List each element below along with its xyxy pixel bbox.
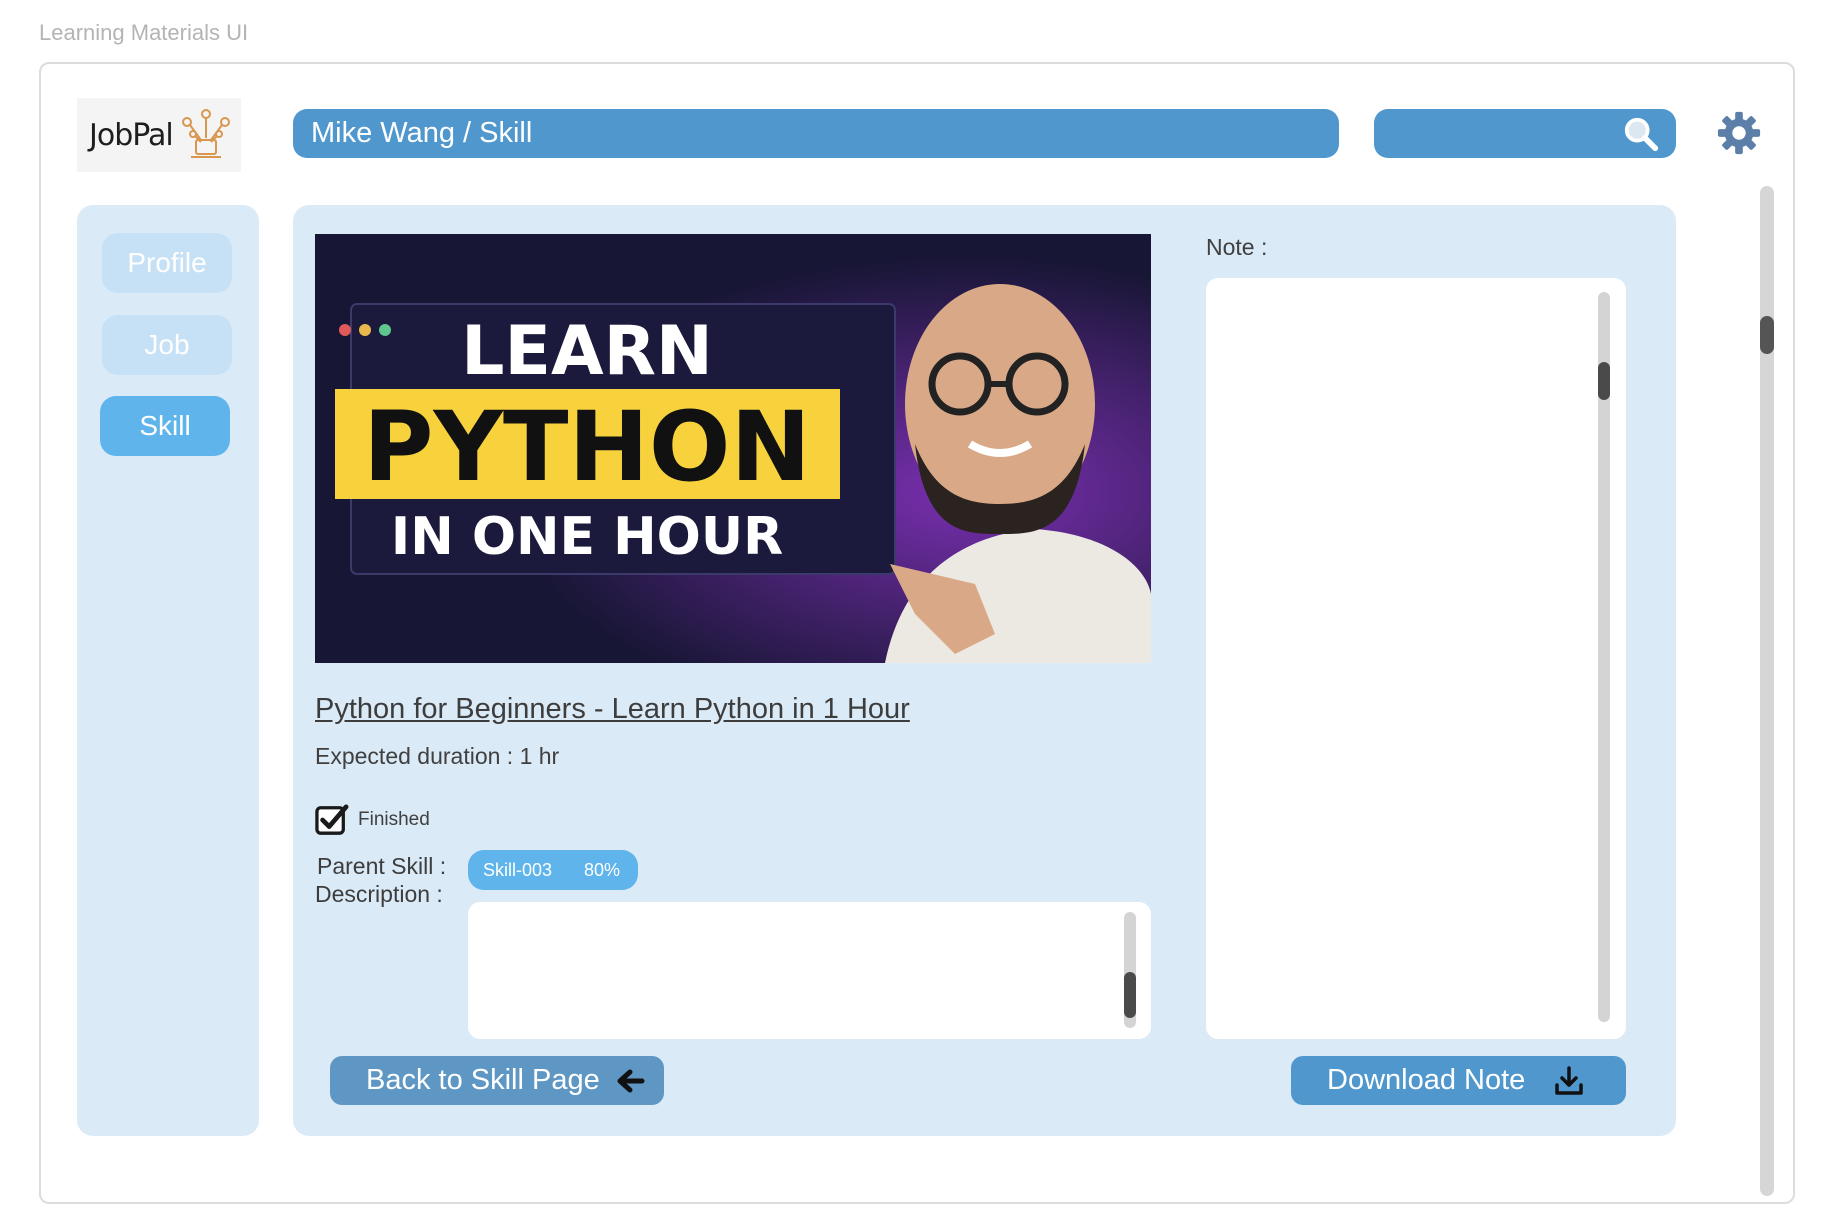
finished-label: Finished xyxy=(358,809,430,830)
course-title-link[interactable]: Python for Beginners - Learn Python in 1… xyxy=(315,693,910,726)
description-textarea[interactable] xyxy=(468,902,1151,1039)
jobpal-logo[interactable]: JobPal xyxy=(77,98,241,172)
description-label: Description : xyxy=(315,881,443,907)
breadcrumb[interactable]: Mike Wang / Skill xyxy=(293,109,1339,158)
thumbnail-line-2: PYTHON xyxy=(363,391,811,503)
gear-icon[interactable] xyxy=(1716,110,1762,156)
parent-skill-id: Skill-003 xyxy=(483,859,553,880)
page-scrollbar-thumb[interactable] xyxy=(1760,316,1774,354)
logo-text: JobPal xyxy=(89,117,174,153)
back-button-label: Back to Skill Page xyxy=(366,1064,600,1096)
breadcrumb-text: Mike Wang / Skill xyxy=(311,117,533,149)
note-scrollbar[interactable] xyxy=(1598,292,1610,1022)
finished-checkbox[interactable] xyxy=(315,804,349,836)
note-label: Note : xyxy=(1206,234,1268,260)
sidebar-item-label: Profile xyxy=(127,247,207,278)
page-scrollbar[interactable] xyxy=(1760,186,1774,1196)
description-scrollbar-thumb[interactable] xyxy=(1124,972,1136,1018)
sidebar-item-skill[interactable]: Skill xyxy=(100,396,230,456)
frame-title: Learning Materials UI xyxy=(39,20,249,45)
back-to-skill-page-button[interactable]: Back to Skill Page xyxy=(330,1056,664,1105)
parent-skill-badge[interactable]: Skill-003 80% xyxy=(468,850,638,890)
sidebar-item-label: Job xyxy=(144,329,190,360)
expected-duration: Expected duration : 1 hr xyxy=(315,743,560,769)
note-scrollbar-thumb[interactable] xyxy=(1598,362,1610,400)
main-panel: LEARN PYTHON IN ONE HOUR Python for Begi… xyxy=(293,205,1676,1136)
thumbnail-line-3: IN ONE HOUR xyxy=(391,507,783,567)
note-textarea[interactable] xyxy=(1206,278,1626,1039)
search-input[interactable] xyxy=(1374,109,1676,158)
finished-checkbox-row[interactable]: Finished xyxy=(315,804,430,836)
video-thumbnail: LEARN PYTHON IN ONE HOUR xyxy=(315,234,1151,663)
thumbnail-line-1: LEARN xyxy=(461,312,713,391)
sidebar-item-label: Skill xyxy=(139,410,191,441)
logo-network-icon xyxy=(181,109,230,158)
download-button-label: Download Note xyxy=(1327,1064,1526,1096)
search-icon[interactable] xyxy=(1622,115,1660,153)
parent-skill-percent: 80% xyxy=(584,859,621,880)
arrow-left-icon xyxy=(617,1069,645,1092)
parent-skill-label: Parent Skill : xyxy=(317,853,447,879)
sidebar-item-job[interactable]: Job xyxy=(102,315,232,375)
sidebar-item-profile[interactable]: Profile xyxy=(102,233,232,293)
download-icon xyxy=(1555,1065,1584,1095)
download-note-button[interactable]: Download Note xyxy=(1291,1056,1626,1105)
video-player[interactable]: LEARN PYTHON IN ONE HOUR xyxy=(315,234,1151,663)
description-scrollbar[interactable] xyxy=(1124,912,1136,1028)
sidebar: Profile Job Skill xyxy=(77,205,259,1136)
